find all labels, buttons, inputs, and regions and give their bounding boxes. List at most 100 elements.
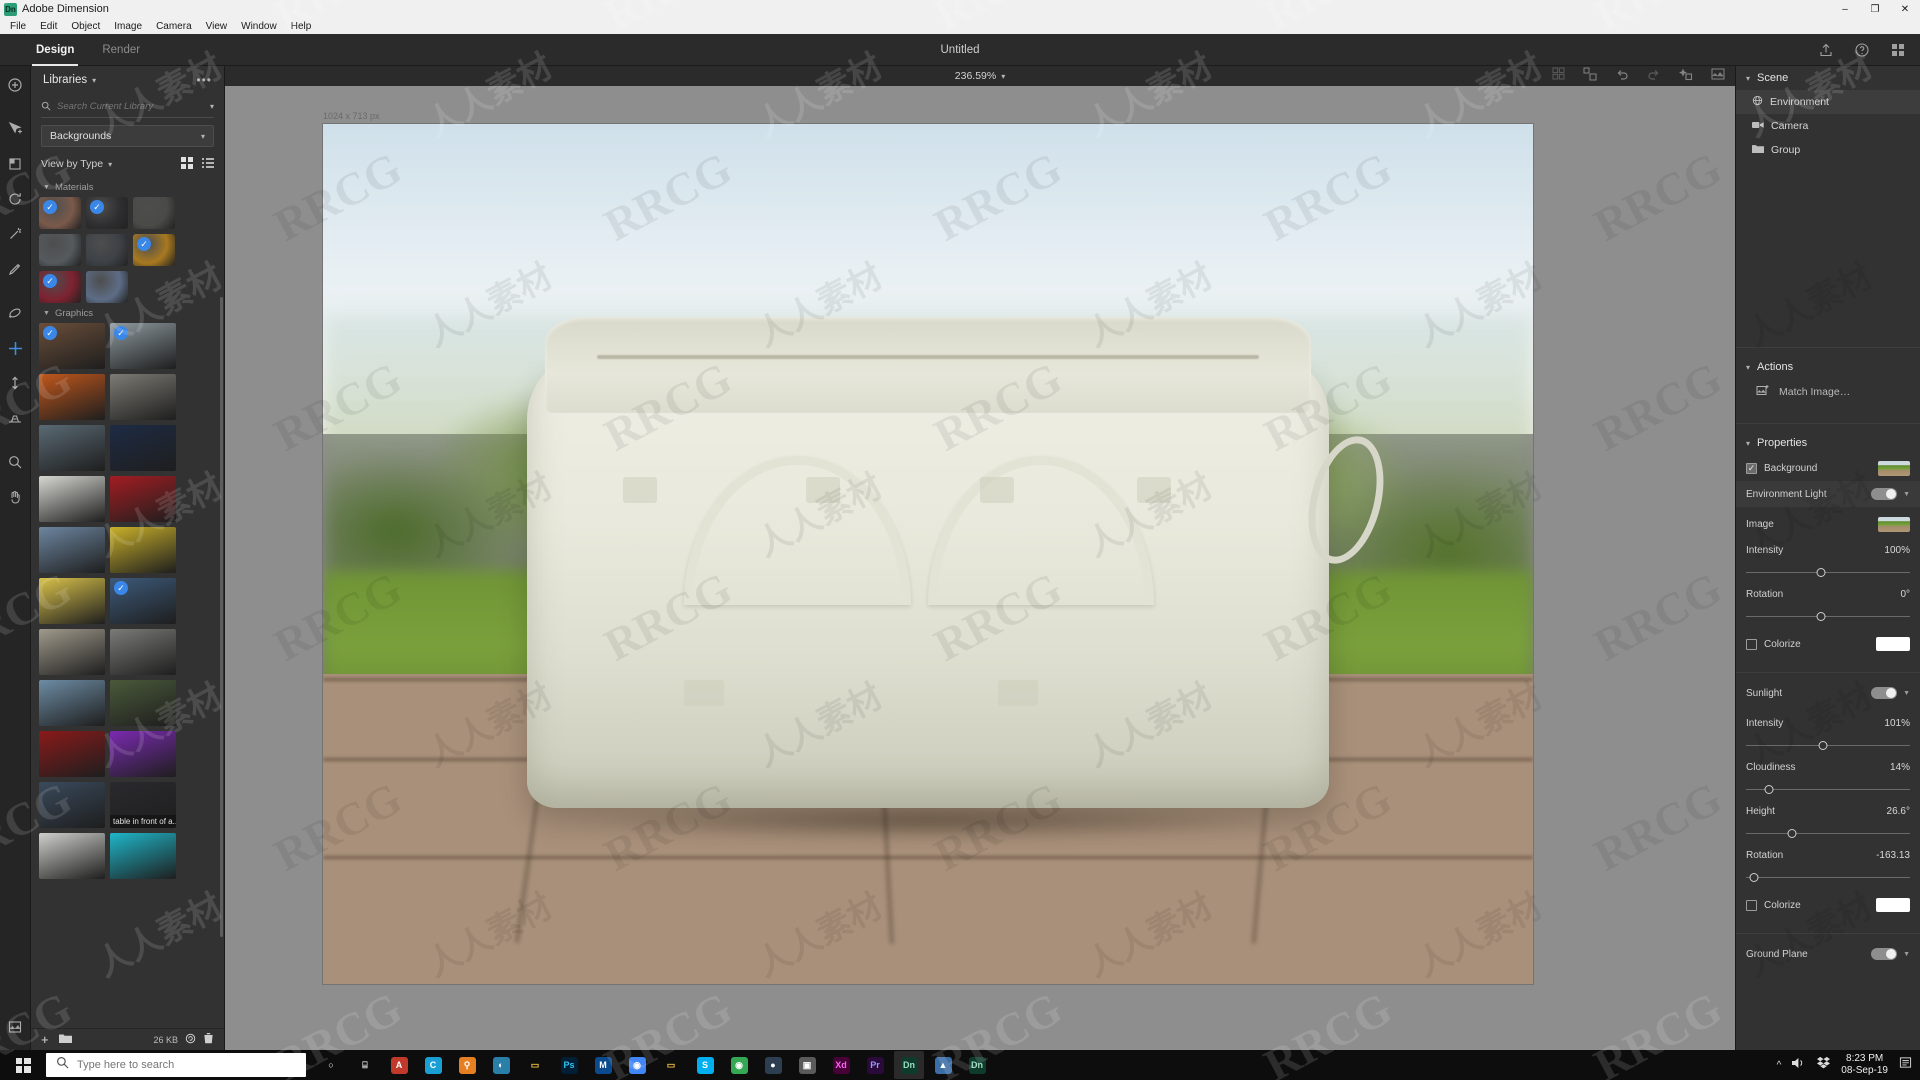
sync-icon[interactable]	[185, 1031, 196, 1049]
magic-icon[interactable]	[1679, 67, 1693, 86]
graphic-blue-room[interactable]	[39, 680, 105, 726]
menu-item-camera[interactable]: Camera	[149, 20, 199, 33]
duffel-bag-3d-object[interactable]	[492, 296, 1396, 840]
mail-icon[interactable]: M	[588, 1051, 618, 1079]
dropbox-icon[interactable]	[1817, 1056, 1831, 1074]
search-filter-chevron-icon[interactable]: ▾	[210, 102, 214, 111]
graphic-gray-wall[interactable]	[110, 629, 176, 675]
add-object-tool[interactable]	[2, 72, 28, 98]
chrome-icon[interactable]: ◉	[622, 1051, 652, 1079]
environment-image-thumbnail[interactable]	[1878, 516, 1910, 532]
skype-icon[interactable]: S	[690, 1051, 720, 1079]
cortana-icon[interactable]: ○	[316, 1051, 346, 1079]
sun-cloudiness-slider[interactable]	[1736, 780, 1920, 798]
taskbar-search[interactable]	[46, 1053, 306, 1077]
taskbar-search-input[interactable]	[77, 1059, 296, 1071]
menu-item-edit[interactable]: Edit	[33, 20, 64, 33]
render-preview-tool[interactable]	[2, 1014, 28, 1040]
list-view-icon[interactable]	[202, 157, 214, 172]
notifications-icon[interactable]	[1899, 1056, 1912, 1074]
add-library-item-button[interactable]: +	[41, 1032, 49, 1047]
graphic-road-sunset[interactable]: ✓	[39, 323, 105, 369]
menu-item-view[interactable]: View	[199, 20, 235, 33]
slider-handle[interactable]	[1816, 567, 1826, 577]
graphic-snow-road[interactable]	[110, 374, 176, 420]
search-input[interactable]	[57, 101, 199, 112]
maximize-button[interactable]: ❐	[1860, 0, 1890, 18]
volume-icon[interactable]	[1792, 1056, 1806, 1074]
hand-tool[interactable]	[2, 484, 28, 510]
minimize-button[interactable]: –	[1830, 0, 1860, 18]
env-colorize-checkbox[interactable]	[1746, 638, 1757, 650]
library-selector[interactable]: Backgrounds ▾	[41, 125, 214, 147]
explorer-icon[interactable]: ▭	[656, 1051, 686, 1079]
material-1[interactable]: ✓	[39, 197, 81, 229]
material-8[interactable]	[86, 271, 128, 303]
cinema4d-icon[interactable]: C	[418, 1051, 448, 1079]
sun-intensity-slider[interactable]	[1736, 736, 1920, 754]
sunlight-toggle[interactable]	[1871, 687, 1898, 699]
disc-icon[interactable]: ●	[758, 1051, 788, 1079]
graphic-ruin-room[interactable]	[39, 629, 105, 675]
menu-item-image[interactable]: Image	[107, 20, 149, 33]
actions-section-header[interactable]: ▾ Actions	[1736, 355, 1920, 379]
scene-section-header[interactable]: ▾ Scene	[1736, 66, 1920, 90]
chevron-down-icon[interactable]: ▾	[92, 76, 96, 85]
redo-icon[interactable]	[1647, 67, 1661, 86]
slider-handle[interactable]	[1764, 784, 1774, 794]
picture-icon[interactable]: ▣	[792, 1051, 822, 1079]
trash-icon[interactable]	[203, 1031, 214, 1049]
move-tool[interactable]	[2, 335, 28, 361]
match-image-action[interactable]: Match Image…	[1736, 379, 1920, 405]
render-preview-icon[interactable]	[1711, 67, 1725, 86]
chevron-down-icon[interactable]: ▼	[1903, 491, 1910, 498]
orbit-tool[interactable]	[2, 300, 28, 326]
close-button[interactable]: ✕	[1890, 0, 1920, 18]
library-section-graphics[interactable]: ▼ Graphics	[39, 303, 216, 323]
graphic-purple-neon[interactable]	[110, 731, 176, 777]
material-7[interactable]: ✓	[39, 271, 81, 303]
graphic-white-studio[interactable]	[39, 833, 105, 879]
menu-item-window[interactable]: Window	[234, 20, 284, 33]
folder-icon[interactable]	[58, 1031, 72, 1049]
chevron-down-icon[interactable]: ▼	[1903, 690, 1910, 697]
grid-icon[interactable]	[1890, 42, 1906, 58]
graphic-blue-bed[interactable]	[39, 527, 105, 573]
snap-icon[interactable]	[1583, 67, 1597, 86]
graphic-color-shapes[interactable]	[110, 833, 176, 879]
horizon-tool[interactable]	[2, 405, 28, 431]
search-app-icon[interactable]: ⚲	[452, 1051, 482, 1079]
share-icon[interactable]	[1818, 42, 1834, 58]
library-scrollbar[interactable]	[220, 297, 223, 937]
properties-section-header[interactable]: ▾ Properties	[1736, 431, 1920, 455]
undo-icon[interactable]	[1615, 67, 1629, 86]
scene-item-environment[interactable]: Environment	[1736, 90, 1920, 114]
scene-item-group[interactable]: Group	[1736, 138, 1920, 162]
material-2[interactable]: ✓	[86, 197, 128, 229]
dimension-icon[interactable]: Dn	[962, 1051, 992, 1079]
graphic-mountain-fog[interactable]: ✓	[110, 323, 176, 369]
material-5[interactable]	[86, 234, 128, 266]
scale-tool[interactable]	[2, 151, 28, 177]
menu-item-help[interactable]: Help	[284, 20, 319, 33]
sun-colorize-color-swatch[interactable]	[1876, 898, 1910, 912]
graphic-night-city[interactable]	[110, 425, 176, 471]
chevron-down-icon[interactable]: ▼	[1903, 951, 1910, 958]
autodesk-icon[interactable]: A	[384, 1051, 414, 1079]
xd-icon[interactable]: Xd	[826, 1051, 856, 1079]
graphic-blue-panel[interactable]: ✓	[110, 578, 176, 624]
background-thumbnail[interactable]	[1878, 460, 1910, 476]
slider-handle[interactable]	[1787, 828, 1797, 838]
menu-item-object[interactable]: Object	[64, 20, 107, 33]
rotate-tool[interactable]	[2, 186, 28, 212]
material-6[interactable]: ✓	[133, 234, 175, 266]
grid-view-icon[interactable]	[181, 156, 193, 172]
graphic-white-room[interactable]	[39, 476, 105, 522]
photoshop-icon[interactable]: Ps	[554, 1051, 584, 1079]
sampler-tool[interactable]	[2, 256, 28, 282]
artboard[interactable]	[323, 124, 1533, 984]
taskbar-clock[interactable]: 8:23 PM 08-Sep-19	[1841, 1053, 1888, 1078]
env-rotation-slider[interactable]	[1736, 607, 1920, 625]
graphic-yellow-room[interactable]	[39, 578, 105, 624]
start-button[interactable]	[0, 1050, 46, 1080]
